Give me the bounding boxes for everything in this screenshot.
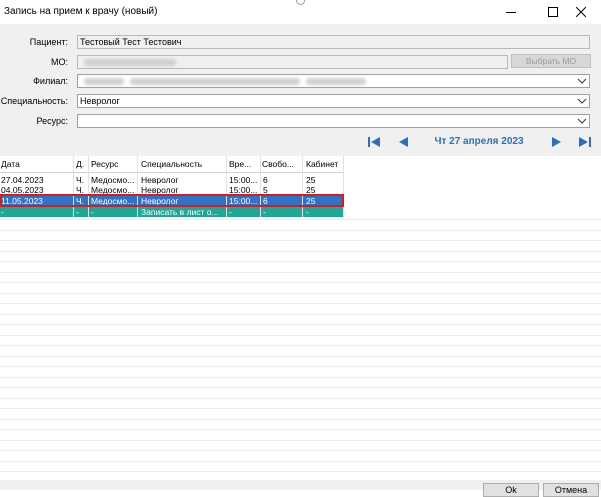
waitlist-row[interactable]: - - - Записать в лист о... - - - bbox=[0, 207, 344, 217]
mo-redacted bbox=[84, 59, 176, 66]
cell-resource: - bbox=[91, 207, 94, 217]
branch-redacted bbox=[84, 78, 124, 85]
grid-line bbox=[0, 271, 601, 273]
ok-button[interactable]: Ok bbox=[483, 483, 539, 497]
branch-redacted bbox=[306, 78, 366, 85]
specialty-value: Невролог bbox=[80, 96, 120, 106]
cell-date: 27.04.2023 bbox=[1, 175, 44, 185]
grid-line bbox=[0, 355, 601, 357]
cell-free: - bbox=[263, 207, 266, 217]
chevron-down-icon bbox=[577, 78, 587, 84]
select-mo-button[interactable]: Выбрать МО bbox=[511, 54, 591, 68]
branch-redacted bbox=[130, 78, 300, 85]
resource-select[interactable] bbox=[77, 114, 590, 128]
grid-line bbox=[0, 397, 601, 399]
current-date-label[interactable]: Чт 27 апреля 2023 bbox=[418, 136, 540, 147]
next-date-button[interactable] bbox=[548, 135, 564, 149]
patient-label: Пациент: bbox=[29, 37, 68, 47]
column-header-resource[interactable]: Ресурс bbox=[91, 159, 135, 169]
grid-line bbox=[0, 303, 601, 304]
grid-line bbox=[0, 450, 601, 451]
minimize-icon bbox=[506, 11, 516, 13]
column-header-day[interactable]: Д. bbox=[76, 159, 88, 169]
grid-line bbox=[0, 324, 601, 325]
selected-row-highlight bbox=[0, 194, 344, 207]
grid-line bbox=[0, 261, 601, 262]
close-button[interactable] bbox=[561, 0, 601, 24]
grid-header: Дата Д. Ресурс Специальность Вре... Своб… bbox=[0, 156, 344, 173]
grid-line bbox=[0, 439, 601, 441]
grid-line bbox=[0, 387, 601, 388]
close-icon bbox=[576, 7, 586, 17]
column-divider bbox=[226, 156, 227, 218]
mo-field bbox=[77, 55, 508, 69]
window-title: Запись на прием к врачу (новый) bbox=[4, 6, 158, 17]
maximize-icon bbox=[548, 7, 558, 17]
grid-line bbox=[0, 313, 601, 315]
last-date-button[interactable] bbox=[577, 135, 593, 149]
resource-label: Ресурс: bbox=[36, 116, 68, 126]
chevron-down-icon bbox=[577, 118, 587, 124]
branch-label: Филиал: bbox=[33, 76, 68, 86]
grid-line bbox=[0, 418, 601, 420]
grid-line bbox=[0, 429, 601, 430]
grid-line bbox=[0, 345, 601, 346]
cell-day: Ч. bbox=[76, 175, 85, 185]
grid-line bbox=[0, 376, 601, 378]
grid-line bbox=[0, 250, 601, 252]
column-divider bbox=[260, 156, 261, 218]
column-divider bbox=[137, 156, 138, 218]
mo-label: МО: bbox=[51, 57, 68, 67]
grid-line bbox=[0, 240, 601, 241]
cell-room: - bbox=[306, 207, 309, 217]
column-header-room[interactable]: Кабинет bbox=[306, 159, 344, 169]
branch-select[interactable] bbox=[77, 74, 590, 88]
grid-line bbox=[0, 471, 601, 472]
grid-line bbox=[0, 219, 601, 220]
patient-value: Тестовый Тест Тестович bbox=[80, 37, 182, 47]
cell-specialty: Невролог bbox=[141, 175, 179, 185]
grid-line bbox=[0, 408, 601, 409]
cell-day: - bbox=[76, 207, 79, 217]
specialty-select[interactable]: Невролог bbox=[77, 94, 590, 108]
grid-line bbox=[0, 282, 601, 283]
column-header-free[interactable]: Свобо... bbox=[262, 159, 300, 169]
cell-time: - bbox=[229, 207, 232, 217]
column-divider bbox=[88, 156, 89, 218]
column-divider bbox=[302, 156, 303, 218]
circle-icon bbox=[296, 0, 305, 5]
minimize-button[interactable] bbox=[488, 0, 534, 24]
cell-time: 15:00... bbox=[229, 175, 258, 185]
cell-resource: Медосмо... bbox=[91, 175, 135, 185]
table-row[interactable]: 27.04.2023 Ч. Медосмо... Невролог 15:00.… bbox=[0, 175, 344, 185]
grid-line bbox=[0, 460, 601, 462]
chevron-down-icon bbox=[577, 98, 587, 104]
cell-free: 6 bbox=[263, 175, 268, 185]
specialty-label: Специальность: bbox=[0, 96, 68, 106]
prev-date-button[interactable] bbox=[396, 135, 412, 149]
patient-field: Тестовый Тест Тестович bbox=[77, 35, 590, 49]
cell-room: 25 bbox=[306, 175, 316, 185]
cancel-button[interactable]: Отмена bbox=[543, 483, 599, 497]
column-header-date[interactable]: Дата bbox=[1, 159, 71, 169]
column-divider bbox=[73, 156, 74, 218]
column-header-specialty[interactable]: Специальность bbox=[141, 159, 225, 169]
first-date-button[interactable] bbox=[366, 135, 382, 149]
grid-line bbox=[0, 366, 601, 367]
cell-date: - bbox=[1, 207, 4, 217]
grid-line bbox=[0, 229, 601, 231]
title-bar: Запись на прием к врачу (новый) bbox=[0, 0, 601, 24]
column-header-time[interactable]: Вре... bbox=[229, 159, 259, 169]
grid-line bbox=[0, 292, 601, 294]
grid-line bbox=[0, 334, 601, 336]
column-divider bbox=[343, 156, 344, 218]
cell-specialty: Записать в лист о... bbox=[141, 207, 219, 217]
